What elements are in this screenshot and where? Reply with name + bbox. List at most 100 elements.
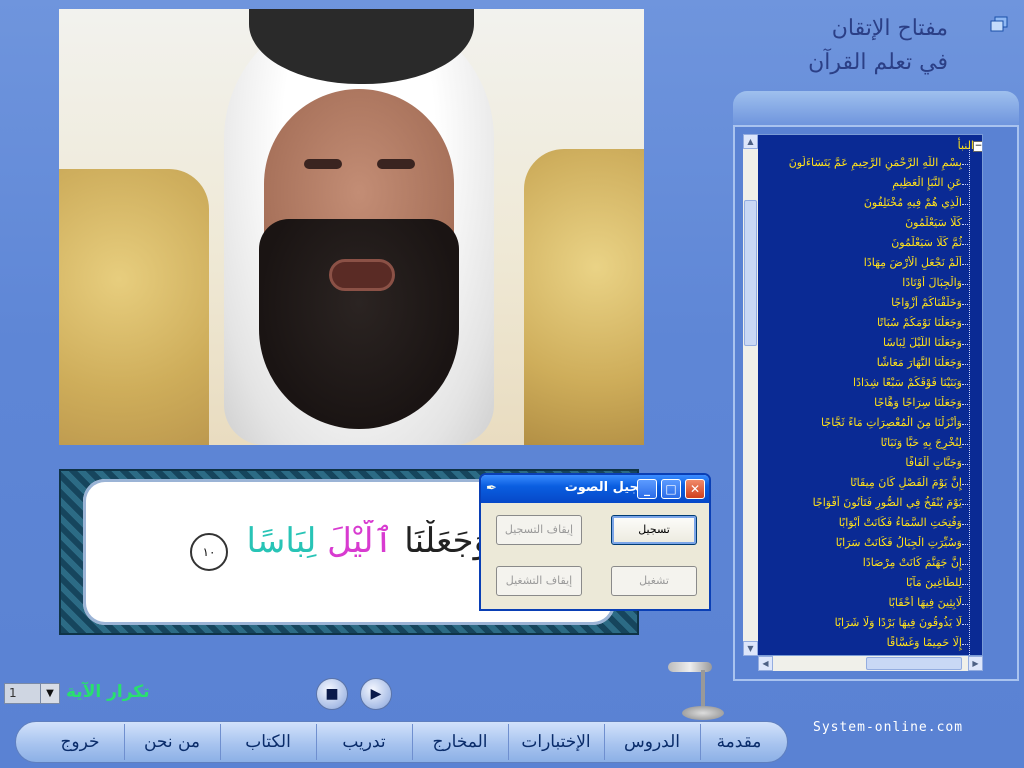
tree-item-ayah[interactable]: وَخَلَقْنَاكُمْ أَزْوَاجًا: [752, 296, 962, 316]
tree-item-ayah[interactable]: إِلَّا حَمِيمًا وَغَسَّاقًا: [752, 636, 962, 655]
tree-connector-tick: [962, 304, 970, 306]
nav-separator: [316, 724, 317, 760]
repeat-verse-label: تكرار الآية: [66, 682, 150, 702]
nav-item-0[interactable]: مقدمة: [700, 722, 778, 762]
background-cloth-left: [59, 169, 209, 445]
tree-item-ayah[interactable]: لِلطَّاغِينَ مَآبًا: [752, 576, 962, 596]
microphone-icon[interactable]: [668, 662, 712, 672]
ayah-number-marker: ١٠: [190, 533, 228, 571]
play-icon[interactable]: ▶: [360, 678, 392, 710]
tree-item-ayah[interactable]: وَسُيِّرَتِ الْجِبَالُ فَكَانَتْ سَرَابً…: [752, 536, 962, 556]
nav-separator: [604, 724, 605, 760]
tree-connector-tick: [962, 384, 970, 386]
tree-item-ayah[interactable]: وَأَنْزَلْنَا مِنَ الْمُعْصِرَاتِ مَاءً …: [752, 416, 962, 436]
nav-item-4[interactable]: تدريب: [316, 722, 412, 762]
tree-connector-tick: [962, 344, 970, 346]
tree-item-ayah[interactable]: الَّذِي هُمْ فِيهِ مُخْتَلِفُونَ: [752, 196, 962, 216]
record-audio-dialog: ✒ تسجيل الصوت _ □ ✕ تسجيل إيقاف التسجيل …: [479, 473, 711, 611]
maximize-icon[interactable]: □: [661, 479, 681, 499]
video-player: [59, 9, 644, 445]
tree-connector-tick: [962, 284, 970, 286]
tree-item-ayah[interactable]: ثُمَّ كَلَّا سَيَعْلَمُونَ: [752, 236, 962, 256]
tree-item-ayah[interactable]: يَوْمَ يُنْفَخُ فِي الصُّورِ فَتَأْتُونَ…: [752, 496, 962, 516]
tree-connector-tick: [962, 424, 970, 426]
tree-connector-tick: [962, 224, 970, 226]
nav-item-2[interactable]: الإختبارات: [508, 722, 604, 762]
tree-item-ayah[interactable]: وَالْجِبَالَ أَوْتَادًا: [752, 276, 962, 296]
tree-connector-tick: [962, 244, 970, 246]
tree-item-ayah[interactable]: لِنُخْرِجَ بِهِ حَبًّا وَنَبَاتًا: [752, 436, 962, 456]
dialog-titlebar[interactable]: ✒ تسجيل الصوت _ □ ✕: [481, 475, 709, 503]
tree-connector-tick: [962, 204, 970, 206]
play-button[interactable]: تشغيل: [611, 566, 697, 596]
scroll-right-icon[interactable]: ▶: [968, 656, 983, 671]
tree-item-ayah[interactable]: وَجَعَلْنَا نَوْمَكُمْ سُبَاتًا: [752, 316, 962, 336]
tree-connector-tick: [962, 504, 970, 506]
reciter-eye-right: [377, 159, 415, 169]
verse-highlight-word: ٱلَّيْلَ: [327, 521, 405, 561]
tree-item-ayah[interactable]: وَجَعَلْنَا سِرَاجًا وَهَّاجًا: [752, 396, 962, 416]
logo-title-line2: في تعلم القرآن: [808, 50, 948, 75]
close-icon[interactable]: ✕: [685, 479, 705, 499]
tree-connector-tick: [962, 164, 970, 166]
horizontal-scroll-thumb[interactable]: [866, 657, 962, 670]
window-icon[interactable]: [990, 16, 1008, 32]
tree-item-ayah[interactable]: وَفُتِحَتِ السَّمَاءُ فَكَانَتْ أَبْوَاب…: [752, 516, 962, 536]
tree-connector-tick: [962, 524, 970, 526]
nav-separator: [412, 724, 413, 760]
repeat-count-value: 1: [9, 686, 17, 700]
nav-item-1[interactable]: الدروس: [604, 722, 700, 762]
tree-connector-tick: [962, 464, 970, 466]
tree-item-ayah[interactable]: بِسْمِ اللَّهِ الرَّحْمَنِ الرَّحِيمِ عَ…: [752, 156, 962, 176]
tree-item-ayah[interactable]: لَابِثِينَ فِيهَا أَحْقَابًا: [752, 596, 962, 616]
stop-icon[interactable]: ■: [316, 678, 348, 710]
tree-item-ayah[interactable]: إِنَّ يَوْمَ الْفَصْلِ كَانَ مِيقَاتًا: [752, 476, 962, 496]
tree-item-ayah[interactable]: لَا يَذُوقُونَ فِيهَا بَرْدًا وَلَا شَرَ…: [752, 616, 962, 636]
scroll-left-icon[interactable]: ◀: [758, 656, 773, 671]
tree-item-ayah[interactable]: كَلَّا سَيَعْلَمُونَ: [752, 216, 962, 236]
tree-connector-tick: [962, 644, 970, 646]
nav-item-5[interactable]: الكتاب: [220, 722, 316, 762]
tree-connector-tick: [962, 604, 970, 606]
app-feather-icon: ✒: [486, 481, 497, 496]
collapse-icon[interactable]: −: [973, 141, 982, 152]
tree-connector-tick: [962, 264, 970, 266]
logo-title-line1: مفتاح الإتقان: [831, 16, 948, 41]
microphone-base: [682, 706, 724, 720]
nav-separator: [124, 724, 125, 760]
tree-connector-tick: [962, 564, 970, 566]
surah-tree[interactable]: − النبأ بِسْمِ اللَّهِ الرَّحْمَنِ الرَّ…: [743, 134, 983, 656]
nav-item-3[interactable]: المخارج: [412, 722, 508, 762]
tree-connector-tick: [962, 324, 970, 326]
verse-word: وَجَعَلْنَا: [404, 521, 490, 561]
tree-connector-tick: [962, 484, 970, 486]
scroll-down-icon[interactable]: ▼: [743, 641, 758, 656]
tree-item-ayah[interactable]: وَبَنَيْنَا فَوْقَكُمْ سَبْعًا شِدَادًا: [752, 376, 962, 396]
minimize-icon[interactable]: _: [637, 479, 657, 499]
scroll-up-icon[interactable]: ▲: [743, 134, 758, 149]
nav-separator: [700, 724, 701, 760]
chevron-down-icon[interactable]: ▼: [40, 684, 59, 703]
tree-item-ayah[interactable]: إِنَّ جَهَنَّمَ كَانَتْ مِرْصَادًا: [752, 556, 962, 576]
nav-item-6[interactable]: من نحن: [124, 722, 220, 762]
tree-item-ayah[interactable]: وَجَعَلْنَا اللَّيْلَ لِبَاسًا: [752, 336, 962, 356]
tree-item-ayah[interactable]: وَجَعَلْنَا النَّهَارَ مَعَاشًا: [752, 356, 962, 376]
tree-connector-tick: [962, 624, 970, 626]
site-url: System-online.com: [813, 720, 964, 735]
record-button[interactable]: تسجيل: [611, 515, 697, 545]
tree-root-surah[interactable]: النبأ: [958, 139, 974, 152]
tree-item-ayah[interactable]: وَجَنَّاتٍ أَلْفَافًا: [752, 456, 962, 476]
tree-item-ayah[interactable]: أَلَمْ نَجْعَلِ الْأَرْضَ مِهَادًا: [752, 256, 962, 276]
nav-item-7[interactable]: خروج: [36, 722, 124, 762]
tree-connector-tick: [962, 584, 970, 586]
verse-rest: لِبَاسًا: [246, 521, 328, 561]
nav-separator: [220, 724, 221, 760]
tree-connector-tick: [962, 364, 970, 366]
stop-play-button[interactable]: إيقاف التشغيل: [496, 566, 582, 596]
tree-item-ayah[interactable]: عَنِ النَّبَإِ الْعَظِيمِ: [752, 176, 962, 196]
tree-connector-tick: [962, 444, 970, 446]
vertical-scroll-thumb[interactable]: [744, 200, 757, 346]
stop-record-button[interactable]: إيقاف التسجيل: [496, 515, 582, 545]
nav-separator: [508, 724, 509, 760]
reciter-mouth: [329, 259, 395, 291]
